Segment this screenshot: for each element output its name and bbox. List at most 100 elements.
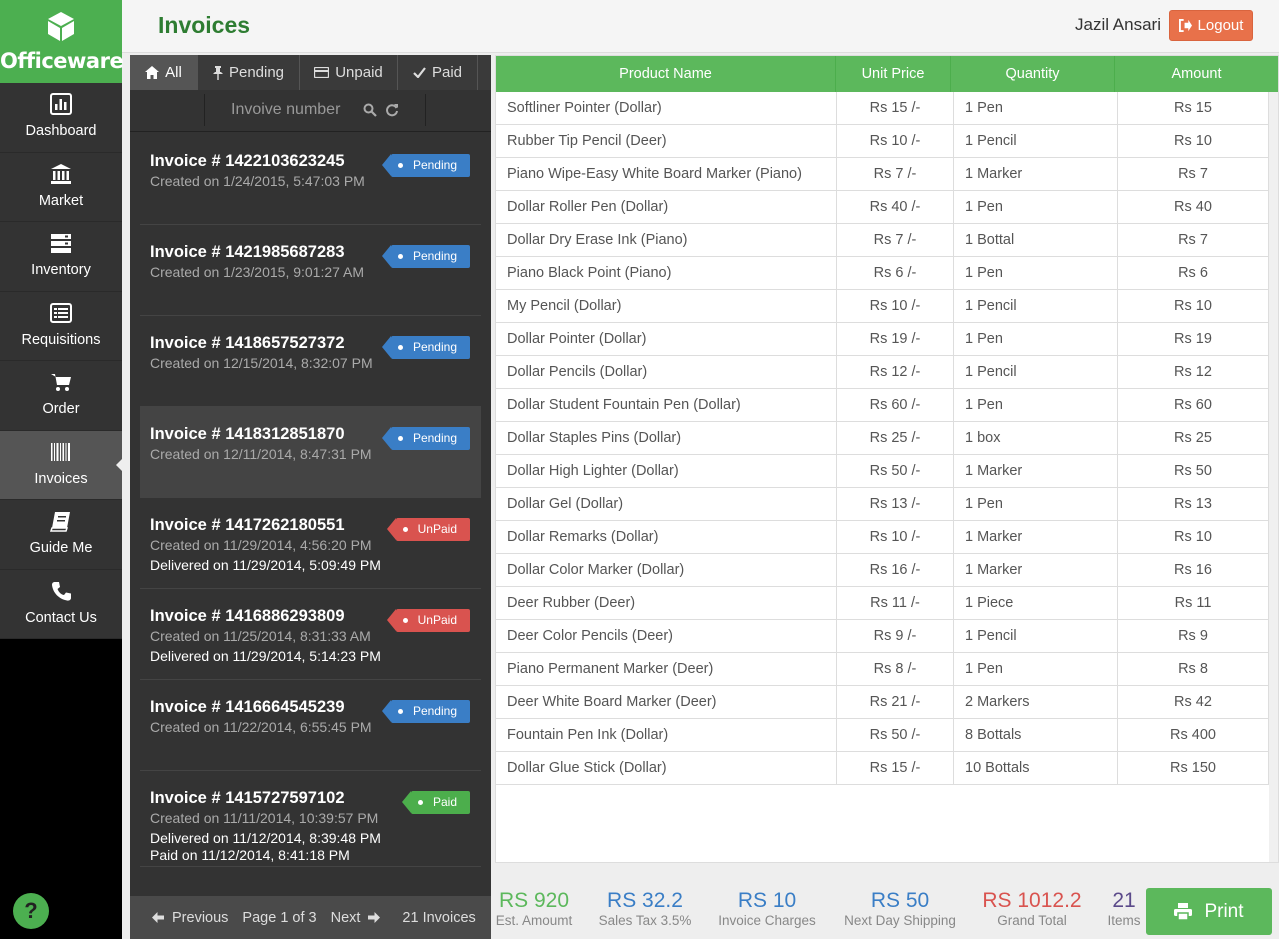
cube-icon <box>48 12 74 41</box>
invoice-item[interactable]: Invoice # 1416886293809 Created on 11/25… <box>140 589 481 680</box>
column-header-product[interactable]: Product Name <box>496 56 836 92</box>
grand-total: RS 1012.2 Grand Total <box>979 889 1085 928</box>
cell-amount: Rs 9 <box>1118 620 1269 652</box>
tab-unpaid[interactable]: Unpaid <box>300 55 398 90</box>
sales-tax-label: Sales Tax 3.5% <box>598 913 692 928</box>
cart-icon <box>51 374 71 391</box>
table-row[interactable]: Dollar Pointer (Dollar) Rs 19 /- 1 Pen Rs 1… <box>496 323 1269 356</box>
print-button[interactable]: Print <box>1146 888 1272 935</box>
sidebar-item-dashboard[interactable]: Dashboard <box>0 83 122 153</box>
cell-quantity: 1 Piece <box>954 587 1118 619</box>
items-count-value: 21 <box>1112 889 1136 912</box>
cell-quantity: 1 box <box>954 422 1118 454</box>
sidebar-item-market[interactable]: Market <box>0 152 122 222</box>
cell-quantity: 1 Pencil <box>954 356 1118 388</box>
table-row[interactable]: Dollar Gel (Dollar) Rs 13 /- 1 Pen Rs 13 <box>496 488 1269 521</box>
logout-button[interactable]: Logout <box>1169 10 1253 41</box>
invoice-list: Invoice # 1422103623245 Created on 1/24/… <box>130 134 491 867</box>
sidebar-item-invoices[interactable]: Invoices <box>0 430 122 500</box>
table-row[interactable]: Dollar Staples Pins (Dollar) Rs 25 /- 1 bo… <box>496 422 1269 455</box>
sidebar-item-inventory[interactable]: Inventory <box>0 222 122 292</box>
table-row[interactable]: Dollar High Lighter (Dollar) Rs 50 /- 1 Ma… <box>496 455 1269 488</box>
header: Invoices Jazil Ansari Logout <box>122 0 1279 53</box>
column-header-amount[interactable]: Amount <box>1115 56 1278 92</box>
refresh-icon[interactable] <box>385 103 399 117</box>
table-row[interactable]: Deer White Board Marker (Deer) Rs 21 /- 2 … <box>496 686 1269 719</box>
grand-total-label: Grand Total <box>997 913 1067 928</box>
sidebar-item-contact-us[interactable]: Contact Us <box>0 569 122 639</box>
table-row[interactable]: Softliner Pointer (Dollar) Rs 15 /- 1 Pen R… <box>496 92 1269 125</box>
cell-product: Deer White Board Marker (Deer) <box>496 686 837 718</box>
cell-unit-price: Rs 8 /- <box>837 653 954 685</box>
cell-unit-price: Rs 50 /- <box>837 455 954 487</box>
column-header-unit-price[interactable]: Unit Price <box>836 56 951 92</box>
cell-quantity: 1 Marker <box>954 521 1118 553</box>
table-row[interactable]: Piano Black Point (Piano) Rs 6 /- 1 Pen Rs … <box>496 257 1269 290</box>
cell-amount: Rs 7 <box>1118 158 1269 190</box>
invoice-delivered: Delivered on 11/29/2014, 5:09:49 PM <box>150 557 381 573</box>
invoice-item[interactable]: Invoice # 1417262180551 Created on 11/29… <box>140 498 481 589</box>
table-row[interactable]: Fountain Pen Ink (Dollar) Rs 50 /- 8 Botta… <box>496 719 1269 752</box>
credit-card-icon <box>314 67 330 78</box>
pin-icon <box>212 65 223 80</box>
cell-product: Piano Wipe-Easy White Board Marker (Pian… <box>496 158 837 190</box>
previous-button[interactable]: Previous <box>152 910 228 926</box>
table-row[interactable]: Dollar Dry Erase Ink (Piano) Rs 7 /- 1 Bot… <box>496 224 1269 257</box>
help-button[interactable]: ? <box>13 893 49 929</box>
next-button[interactable]: Next <box>331 910 381 926</box>
cell-unit-price: Rs 10 /- <box>837 290 954 322</box>
table-row[interactable]: Deer Rubber (Deer) Rs 11 /- 1 Piece Rs 11 <box>496 587 1269 620</box>
sidebar-item-label: Contact Us <box>25 609 97 626</box>
table-row[interactable]: Deer Color Pencils (Deer) Rs 9 /- 1 Pencil… <box>496 620 1269 653</box>
table-row[interactable]: Dollar Remarks (Dollar) Rs 10 /- 1 Marker R… <box>496 521 1269 554</box>
invoice-item[interactable]: Invoice # 1415727597102 Created on 11/11… <box>140 771 481 867</box>
column-header-quantity[interactable]: Quantity <box>951 56 1115 92</box>
cell-quantity: 8 Bottals <box>954 719 1118 751</box>
search-icon[interactable] <box>363 103 377 117</box>
cell-quantity: 1 Pen <box>954 92 1118 124</box>
table-row[interactable]: Dollar Pencils (Dollar) Rs 12 /- 1 Pencil R… <box>496 356 1269 389</box>
tab-paid[interactable]: Paid <box>398 55 478 90</box>
invoice-item[interactable]: Invoice # 1421985687283 Created on 1/23/… <box>140 225 481 316</box>
sidebar-item-order[interactable]: Order <box>0 361 122 431</box>
cell-amount: Rs 25 <box>1118 422 1269 454</box>
cell-quantity: 2 Markers <box>954 686 1118 718</box>
cell-unit-price: Rs 60 /- <box>837 389 954 421</box>
pagination: Previous Page 1 of 3 Next 21 Invoices <box>130 896 491 939</box>
sidebar-item-guide-me[interactable]: Guide Me <box>0 500 122 570</box>
tab-all[interactable]: All <box>130 55 198 90</box>
invoice-item[interactable]: Invoice # 1418657527372 Created on 12/15… <box>140 316 481 407</box>
scrollbar[interactable] <box>1269 92 1278 862</box>
cell-quantity: 1 Bottal <box>954 224 1118 256</box>
table-row[interactable]: Piano Wipe-Easy White Board Marker (Pian… <box>496 158 1269 191</box>
filter-tabs: All Pending Unpaid Paid <box>130 55 491 90</box>
cell-product: Piano Black Point (Piano) <box>496 257 837 289</box>
sidebar-item-requisitions[interactable]: Requisitions <box>0 291 122 361</box>
tab-pending[interactable]: Pending <box>198 55 300 90</box>
cell-product: Deer Color Pencils (Deer) <box>496 620 837 652</box>
search-input[interactable] <box>205 101 355 119</box>
printer-icon <box>1174 903 1193 920</box>
table-row[interactable]: My Pencil (Dollar) Rs 10 /- 1 Pencil Rs 10 <box>496 290 1269 323</box>
previous-label: Previous <box>172 909 229 926</box>
items-count-label: Items <box>1107 913 1141 928</box>
invoice-item[interactable]: Invoice # 1416664545239 Created on 11/22… <box>140 680 481 771</box>
tab-label[interactable]: Unpaid <box>335 64 383 81</box>
table-row[interactable]: Dollar Glue Stick (Dollar) Rs 15 /- 10 Bot… <box>496 752 1269 785</box>
shipping-label: Next Day Shipping <box>844 913 956 928</box>
cell-product: Dollar Remarks (Dollar) <box>496 521 837 553</box>
invoice-item[interactable]: Invoice # 1422103623245 Created on 1/24/… <box>140 134 481 225</box>
table-row[interactable]: Piano Permanent Marker (Deer) Rs 8 /- 1 Pe… <box>496 653 1269 686</box>
table-body: Softliner Pointer (Dollar) Rs 15 /- 1 Pen R… <box>496 92 1269 785</box>
table-row[interactable]: Dollar Roller Pen (Dollar) Rs 40 /- 1 Pen R… <box>496 191 1269 224</box>
table-row[interactable]: Rubber Tip Pencil (Deer) Rs 10 /- 1 Pencil… <box>496 125 1269 158</box>
status-badge: Pending <box>381 336 470 359</box>
table-header: Product Name Unit Price Quantity Amount <box>496 56 1278 92</box>
sidebar: Officeware Dashboard Market Inventory Re… <box>0 0 124 939</box>
table-row[interactable]: Dollar Color Marker (Dollar) Rs 16 /- 1 Ma… <box>496 554 1269 587</box>
logo[interactable]: Officeware <box>0 0 124 83</box>
cell-product: Fountain Pen Ink (Dollar) <box>496 719 837 751</box>
table-row[interactable]: Dollar Student Fountain Pen (Dollar) Rs 6… <box>496 389 1269 422</box>
invoice-item-selected[interactable]: Invoice # 1418312851870 Created on 12/11… <box>140 407 481 498</box>
bar-chart-icon <box>50 93 72 115</box>
